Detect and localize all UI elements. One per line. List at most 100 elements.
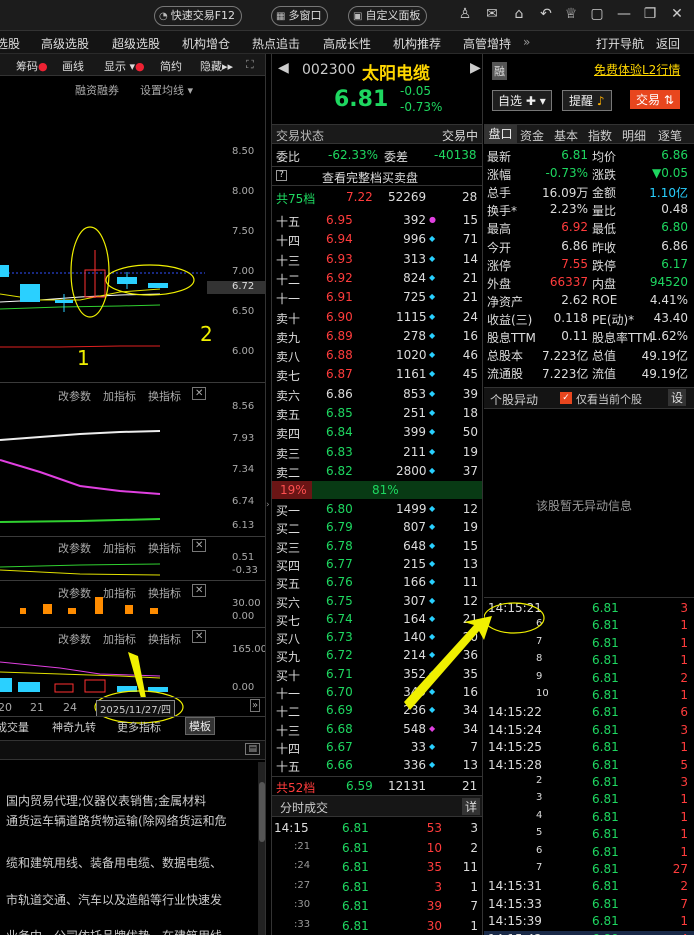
tick-row[interactable]: 14:15:25 6.81 1 bbox=[484, 739, 694, 757]
bid-level-row[interactable]: 买四 6.77 215 ◆ 13 bbox=[272, 555, 482, 574]
ask-level-row[interactable]: 卖五 6.85 251 ◆ 18 bbox=[272, 404, 482, 423]
user-icon[interactable]: ♙ bbox=[455, 6, 475, 22]
add-indicator-button[interactable]: 加指标 bbox=[103, 585, 136, 601]
change-params-button[interactable]: 改参数 bbox=[58, 388, 91, 404]
menu-more-icon[interactable]: » bbox=[523, 35, 530, 49]
minute-trade-row[interactable]: :27 6.81 3 1 bbox=[272, 878, 482, 897]
settings-icon[interactable]: ▢ bbox=[587, 6, 607, 22]
ask-level-row[interactable]: 卖九 6.89 278 ◆ 16 bbox=[272, 327, 482, 346]
close-panel-icon[interactable]: ✕ bbox=[192, 387, 207, 400]
quote-row[interactable]: 涨停 7.55 跌停 6.17 bbox=[484, 256, 694, 274]
tab-pankou[interactable]: 盘口 bbox=[484, 125, 517, 144]
minute-trade-row[interactable]: 14:15 6.81 53 3 bbox=[272, 819, 482, 838]
ask-level-row[interactable]: 卖二 6.82 2800 ◆ 37 bbox=[272, 462, 482, 481]
tab-funds[interactable]: 资金 bbox=[520, 127, 544, 144]
quote-row[interactable]: 股息TTM 0.11 股息率TTM 1.62% bbox=[484, 328, 694, 346]
restore-icon[interactable]: ❐ bbox=[640, 6, 660, 22]
tick-row[interactable]: 14:15:31 6.81 2 bbox=[484, 878, 694, 896]
switch-indicator-button[interactable]: 换指标 bbox=[148, 388, 181, 404]
quote-row[interactable]: 收益(三) 0.118 PE(动)* 43.40 bbox=[484, 310, 694, 328]
detail-button[interactable]: 详 bbox=[461, 798, 480, 815]
change-params-button[interactable]: 改参数 bbox=[58, 540, 91, 556]
bid-level-row[interactable]: 十四 6.67 33 ◆ 7 bbox=[272, 738, 482, 757]
scroll-right-icon[interactable]: » bbox=[250, 699, 261, 712]
ask-level-row[interactable]: 十三 6.93 313 ◆ 14 bbox=[272, 250, 482, 269]
bid-level-row[interactable]: 买九 6.72 214 ◆ 36 bbox=[272, 646, 482, 665]
tab-basic[interactable]: 基本 bbox=[554, 127, 578, 144]
home-icon[interactable]: ⌂ bbox=[509, 6, 529, 22]
minute-trade-row[interactable]: :24 6.81 35 11 bbox=[272, 858, 482, 877]
bid-level-row[interactable]: 十一 6.70 349 ◆ 16 bbox=[272, 683, 482, 702]
tick-row[interactable]: 14:15:24 6.81 3 bbox=[484, 722, 694, 740]
minute-trade-row[interactable]: :30 6.81 39 7 bbox=[272, 897, 482, 916]
close-panel-icon[interactable]: ✕ bbox=[192, 630, 207, 643]
tick-row[interactable]: 14:15:33 6.81 7 bbox=[484, 896, 694, 914]
tick-row[interactable]: 7 6.81 27 bbox=[484, 861, 694, 879]
bid-level-row[interactable]: 买七 6.74 164 ◆ 21 bbox=[272, 610, 482, 629]
menu-item[interactable]: 热点追击 bbox=[252, 35, 300, 52]
change-params-button[interactable]: 改参数 bbox=[58, 631, 91, 647]
ask-level-row[interactable]: 卖三 6.83 211 ◆ 19 bbox=[272, 443, 482, 462]
tick-row[interactable]: 5 6.81 1 bbox=[484, 826, 694, 844]
custom-panel-button[interactable]: ▣ 自定义面板 bbox=[348, 6, 428, 26]
prev-stock-icon[interactable]: ◀ bbox=[278, 60, 289, 76]
undo-icon[interactable]: ↶ bbox=[536, 6, 556, 22]
close-panel-icon[interactable]: ✕ bbox=[192, 584, 207, 597]
bid-level-row[interactable]: 十三 6.68 548 ◆ 34 bbox=[272, 720, 482, 739]
menu-item[interactable]: 机构推荐 bbox=[393, 35, 441, 52]
alert-button[interactable]: 提醒 ♪ bbox=[562, 90, 612, 111]
menu-item[interactable]: 高管增持 bbox=[463, 35, 511, 52]
add-indicator-button[interactable]: 加指标 bbox=[103, 631, 136, 647]
tick-row[interactable]: 14:15:28 6.81 5 bbox=[484, 757, 694, 775]
bid-level-row[interactable]: 买十 6.71 352 ◆ 35 bbox=[272, 665, 482, 684]
tick-row[interactable]: 2 6.81 3 bbox=[484, 774, 694, 792]
quote-row[interactable]: 涨幅 -0.73% 涨跌 ▼0.05 bbox=[484, 165, 694, 183]
tick-row[interactable]: 3 6.81 1 bbox=[484, 791, 694, 809]
minute-trade-row[interactable]: :21 6.81 10 2 bbox=[272, 839, 482, 858]
tab-detail[interactable]: 明细 bbox=[622, 127, 646, 144]
menu-item[interactable]: 选股 bbox=[0, 35, 20, 52]
multi-window-button[interactable]: ▦ 多窗口 bbox=[271, 6, 329, 26]
scrollbar[interactable] bbox=[258, 762, 265, 935]
ask-level-row[interactable]: 十一 6.91 725 ◆ 21 bbox=[272, 288, 482, 307]
quote-row[interactable]: 流通股 7.223亿 流值 49.19亿 bbox=[484, 364, 694, 382]
switch-indicator-button[interactable]: 换指标 bbox=[148, 540, 181, 556]
minimize-icon[interactable]: — bbox=[614, 6, 634, 22]
ask-level-row[interactable]: 十二 6.92 824 ◆ 21 bbox=[272, 269, 482, 288]
bid-level-row[interactable]: 买五 6.76 166 ◆ 11 bbox=[272, 573, 482, 592]
close-panel-icon[interactable]: ✕ bbox=[192, 539, 207, 552]
quote-row[interactable]: 最新 6.81 均价 6.86 bbox=[484, 147, 694, 165]
tick-row[interactable]: 10 6.81 1 bbox=[484, 687, 694, 705]
add-watchlist-button[interactable]: 自选 ✚ ▾ bbox=[492, 90, 552, 111]
back-button[interactable]: 返回 bbox=[656, 35, 680, 52]
bid-level-row[interactable]: 十二 6.69 236 ◆ 34 bbox=[272, 701, 482, 720]
skin-icon[interactable]: ♕ bbox=[561, 6, 581, 22]
switch-indicator-button[interactable]: 换指标 bbox=[148, 631, 181, 647]
quote-row[interactable]: 净资产 2.62 ROE 4.41% bbox=[484, 292, 694, 310]
ask-level-row[interactable]: 卖十 6.90 1115 ◆ 24 bbox=[272, 308, 482, 327]
trade-button[interactable]: 交易 ⇅ bbox=[630, 90, 680, 109]
quote-row[interactable]: 最高 6.92 最低 6.80 bbox=[484, 219, 694, 237]
ask-level-row[interactable]: 十四 6.94 996 ◆ 71 bbox=[272, 230, 482, 249]
ask-level-row[interactable]: 卖七 6.87 1161 ◆ 45 bbox=[272, 365, 482, 384]
menu-item[interactable]: 高级选股 bbox=[41, 35, 89, 52]
checkbox-checked-icon[interactable]: ✓ bbox=[560, 392, 572, 404]
tab-index[interactable]: 指数 bbox=[588, 127, 612, 144]
switch-indicator-button[interactable]: 换指标 bbox=[148, 585, 181, 601]
tab-tick-by-tick[interactable]: 逐笔 bbox=[658, 127, 682, 144]
menu-item[interactable]: 机构增仓 bbox=[182, 35, 230, 52]
bid-level-row[interactable]: 买六 6.75 307 ◆ 12 bbox=[272, 592, 482, 611]
tick-row[interactable]: 14:15:22 6.81 6 bbox=[484, 704, 694, 722]
close-icon[interactable]: ✕ bbox=[667, 6, 687, 22]
ask-level-row[interactable]: 卖四 6.84 399 ◆ 50 bbox=[272, 423, 482, 442]
bid-level-row[interactable]: 买一 6.80 1499 ◆ 12 bbox=[272, 500, 482, 519]
tick-row[interactable]: 14:15:39 6.81 1 bbox=[484, 913, 694, 931]
tab-volume[interactable]: 成交量 bbox=[0, 719, 29, 735]
quote-row[interactable]: 总股本 7.223亿 总值 49.19亿 bbox=[484, 346, 694, 364]
add-indicator-button[interactable]: 加指标 bbox=[103, 540, 136, 556]
add-indicator-button[interactable]: 加指标 bbox=[103, 388, 136, 404]
ask-level-row[interactable]: 卖六 6.86 853 ◆ 39 bbox=[272, 385, 482, 404]
menu-item[interactable]: 超级选股 bbox=[112, 35, 160, 52]
panel-menu-icon[interactable]: ▤ bbox=[245, 743, 260, 755]
tick-row[interactable]: 4 6.81 1 bbox=[484, 809, 694, 827]
